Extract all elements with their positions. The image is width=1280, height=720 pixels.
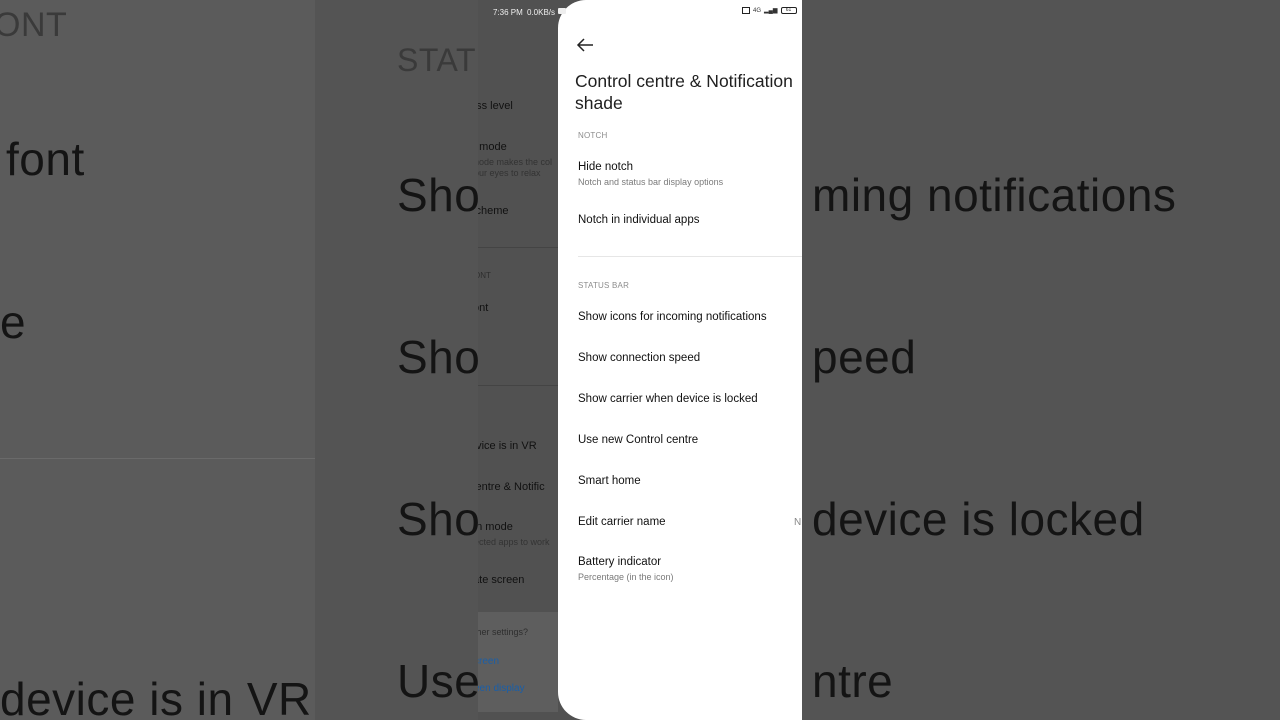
background-left-panel: ONT font e device is in VR: [0, 0, 315, 720]
item-title: Edit carrier name: [578, 516, 666, 528]
bg-text-speed: peed: [812, 331, 917, 383]
underlying-item: evice is in VR: [478, 440, 537, 452]
bg-text-vr: device is in VR: [0, 673, 312, 720]
back-button[interactable]: [576, 36, 596, 54]
underlying-subtitle: our eyes to relax: [478, 168, 541, 178]
show-connection-speed-item[interactable]: Show connection speed: [578, 352, 802, 364]
underlying-divider: [478, 385, 568, 386]
underlying-subtitle: ected apps to work: [478, 537, 550, 547]
bg-text-sho-3: Sho: [397, 493, 481, 545]
settings-sheet: Control centre & Notification shade NOTC…: [558, 0, 802, 720]
underlying-item: g mode: [478, 141, 507, 153]
bg-text-use: Use: [397, 655, 481, 707]
item-title: Battery indicator: [578, 556, 662, 568]
show-notification-icons-item[interactable]: Show icons for incoming notifications: [578, 311, 802, 323]
section-header-status-bar: STATUS BAR: [578, 281, 630, 290]
underlying-item: scheme: [478, 205, 509, 217]
edit-carrier-name-item[interactable]: Edit carrier name: [578, 516, 802, 528]
battery-indicator-item[interactable]: Battery indicator Percentage (in the ico…: [578, 556, 802, 582]
phone-screen: ess level g mode node makes the col our …: [478, 0, 802, 720]
bg-text-centre: ntre: [812, 655, 894, 707]
arrow-left-icon: [576, 38, 593, 52]
smart-home-item[interactable]: Smart home: [578, 475, 802, 487]
item-title: Show icons for incoming notifications: [578, 311, 767, 323]
status-network-speed: 0.0KB/s: [527, 8, 556, 17]
underlying-item: ess level: [478, 100, 513, 112]
bg-text-notifications: ming notifications: [812, 169, 1177, 221]
bg-text-sho-1: Sho: [397, 169, 481, 221]
underlying-item: en mode: [478, 521, 513, 533]
bg-text-font-heading: ONT: [0, 6, 68, 44]
underlying-question: ther settings?: [478, 627, 529, 637]
underlying-section-header: ONT: [478, 271, 491, 280]
section-header-notch: NOTCH: [578, 131, 608, 140]
section-divider: [578, 256, 802, 257]
hide-notch-item[interactable]: Hide notch Notch and status bar display …: [578, 161, 802, 187]
status-bar: 7:36 PM 0.0KB/s 4G ▂▄▆ 61: [478, 0, 802, 24]
item-title: Show connection speed: [578, 352, 701, 364]
bg-text-locked: device is locked: [812, 493, 1145, 545]
item-title: Show carrier when device is locked: [578, 393, 758, 405]
underlying-item: font: [478, 302, 489, 314]
page-title: Control centre & Notification shade: [575, 71, 793, 113]
new-control-centre-item[interactable]: Use new Control centre: [578, 434, 802, 446]
bg-text-sho-2: Sho: [397, 331, 481, 383]
underlying-divider: [478, 247, 568, 248]
show-carrier-locked-item[interactable]: Show carrier when device is locked: [578, 393, 802, 405]
underlying-subtitle: node makes the col: [478, 157, 553, 167]
item-title: Notch in individual apps: [578, 214, 700, 226]
underlying-link: een display: [478, 683, 525, 694]
carrier-name-value: N: [794, 517, 802, 528]
underlying-link: creen: [478, 656, 500, 667]
signal-icon: 4G: [753, 7, 762, 14]
status-time: 7:36 PM: [493, 8, 523, 17]
item-subtitle: Percentage (in the icon): [578, 572, 674, 582]
item-title: Smart home: [578, 475, 641, 487]
system-icons: 4G ▂▄▆ 61: [742, 7, 797, 14]
underlying-item: centre & Notific: [478, 481, 545, 493]
item-title: Hide notch: [578, 161, 633, 173]
bg-divider: [0, 458, 315, 459]
bg-text-font: font: [6, 133, 85, 185]
video-camera-icon: [558, 8, 566, 14]
notification-icon: [742, 7, 750, 14]
item-subtitle: Notch and status bar display options: [578, 177, 724, 187]
notch-in-apps-item[interactable]: Notch in individual apps: [578, 214, 802, 226]
signal-bars-icon: ▂▄▆: [764, 8, 778, 14]
item-title: Use new Control centre: [578, 434, 699, 446]
underlying-item: tate screen: [478, 574, 525, 586]
battery-icon: 61: [780, 7, 797, 14]
bg-text-e: e: [0, 296, 27, 348]
